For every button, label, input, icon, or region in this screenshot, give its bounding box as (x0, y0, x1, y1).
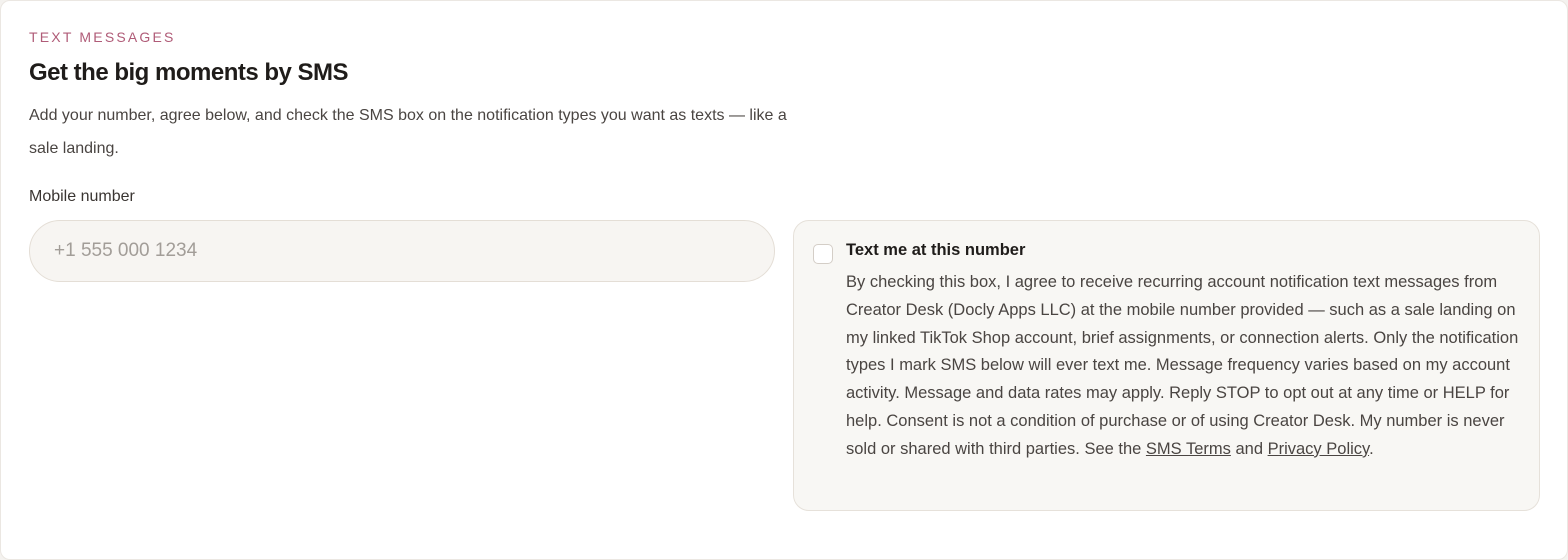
sms-consent-text: By checking this box, I agree to receive… (846, 269, 1526, 464)
consent-end-text: . (1369, 439, 1374, 458)
mobile-number-input[interactable] (29, 220, 775, 282)
section-title: Get the big moments by SMS (29, 59, 349, 86)
section-eyebrow: TEXT MESSAGES (29, 29, 176, 45)
sms-consent-body: By checking this box, I agree to receive… (846, 273, 1519, 458)
sms-consent-checkbox[interactable] (813, 244, 833, 264)
sms-consent-title: Text me at this number (846, 241, 1026, 259)
section-description: Add your number, agree below, and check … (29, 107, 787, 157)
consent-and-text: and (1230, 439, 1268, 458)
sms-settings-card: TEXT MESSAGES Get the big moments by SMS… (0, 0, 1568, 560)
sms-terms-link[interactable]: SMS Terms (1146, 440, 1231, 458)
sms-consent-panel: Text me at this number By checking this … (793, 220, 1540, 511)
privacy-policy-link[interactable]: Privacy Policy (1268, 440, 1369, 458)
mobile-number-label: Mobile number (29, 188, 135, 205)
